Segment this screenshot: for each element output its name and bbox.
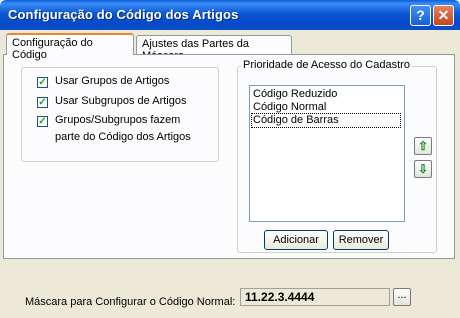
window-title: Configuração do Código dos Artigos xyxy=(8,7,239,22)
help-icon: ? xyxy=(416,7,425,23)
close-button[interactable]: ✕ xyxy=(433,5,454,26)
priority-listbox[interactable]: Código Reduzido Código Normal Código de … xyxy=(249,85,405,222)
mask-field[interactable]: 11.22.3.4444 xyxy=(240,288,390,306)
use-groups-label[interactable]: Usar Grupos de Artigos xyxy=(55,75,169,87)
use-groups-checkbox[interactable]: ✓ xyxy=(37,77,48,88)
dialog-window: Configuração do Código dos Artigos ? ✕ C… xyxy=(0,0,460,318)
list-item[interactable]: Código Reduzido xyxy=(252,88,338,101)
groups-part-of-code-label-line1[interactable]: Grupos/Subgrupos fazem xyxy=(55,114,180,126)
help-button[interactable]: ? xyxy=(410,5,431,26)
mask-label: Máscara para Configurar o Código Normal: xyxy=(25,296,236,308)
list-item[interactable]: Código de Barras xyxy=(251,113,401,128)
use-subgroups-label[interactable]: Usar Subgrupos de Artigos xyxy=(55,95,186,107)
move-up-button[interactable]: ⇧ xyxy=(414,137,432,155)
groups-part-of-code-checkbox[interactable]: ✓ xyxy=(37,116,48,127)
add-button-label: Adicionar xyxy=(273,234,319,246)
arrow-down-icon: ⇩ xyxy=(417,162,429,176)
title-bar[interactable]: Configuração do Código dos Artigos ? ✕ xyxy=(0,0,460,30)
tab-ajustes-partes-mascara[interactable]: Ajustes das Partes da Máscara xyxy=(136,35,292,62)
list-item[interactable]: Código Normal xyxy=(252,101,327,114)
groups-part-of-code-label-line2[interactable]: parte do Código dos Artigos xyxy=(55,131,191,143)
check-icon: ✓ xyxy=(38,77,47,88)
remove-button-label: Remover xyxy=(338,234,384,246)
move-down-button[interactable]: ⇩ xyxy=(414,160,432,178)
arrow-up-icon: ⇧ xyxy=(417,139,429,153)
mask-browse-button[interactable]: ... xyxy=(393,288,411,306)
close-icon: ✕ xyxy=(437,7,450,23)
tab-configuracao-codigo[interactable]: Configuração do Código xyxy=(6,33,134,61)
add-button[interactable]: Adicionar xyxy=(264,230,328,250)
check-icon: ✓ xyxy=(38,97,47,108)
remove-button[interactable]: Remover xyxy=(333,230,389,250)
use-subgroups-checkbox[interactable]: ✓ xyxy=(37,97,48,108)
priority-legend: Prioridade de Acesso do Cadastro xyxy=(241,59,412,71)
check-icon: ✓ xyxy=(38,116,47,127)
